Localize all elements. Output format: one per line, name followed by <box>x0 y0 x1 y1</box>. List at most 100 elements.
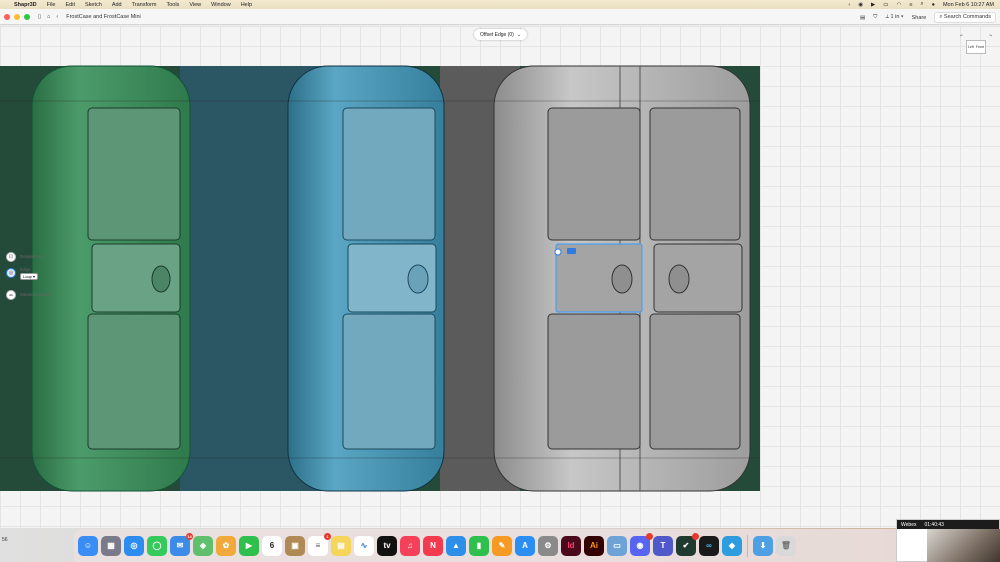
menu-transform[interactable]: Transform <box>132 2 157 8</box>
view-cube[interactable]: ↶ ↷ Left Front <box>960 34 992 56</box>
dock-trash[interactable]: 🗑 <box>776 535 796 556</box>
minimize-window-button[interactable] <box>14 13 20 20</box>
dock-freeform[interactable]: ∿ <box>354 535 374 556</box>
green-case-panels <box>87 107 181 450</box>
dock-preview[interactable]: ▭ <box>607 535 627 556</box>
webex-mini-window[interactable]: Webex 01:40:43 <box>896 519 1000 562</box>
offset-edge-tool[interactable]: Offset Edge (0) ⌄ <box>474 29 528 40</box>
dock-notes-archive[interactable]: ▣ <box>285 535 305 556</box>
news-icon: N <box>430 541 436 550</box>
dock-messages[interactable]: ◯ <box>147 535 167 556</box>
dock: ☺ ▦ ◎ ◯ ✉ 14 ◈ ✿ ▶ 6 ▣ ≡ 1 ▤ ∿ tv ♫ N ▲ ▮ ✎ A ⚙ Id Ai ▭ ◉ T ✔ ∞ ◆ ⬇ 🗑 <box>74 529 924 562</box>
dock-notes[interactable]: ▤ <box>331 535 351 556</box>
dock-webex[interactable]: ∞ <box>699 535 719 556</box>
menubar-clock[interactable]: Mon Feb 6 10:27 AM <box>943 2 994 8</box>
menu-add[interactable]: Add <box>112 2 122 8</box>
dock-downloads[interactable]: ⬇ <box>753 535 773 556</box>
view-cube-front[interactable]: Front <box>976 45 984 49</box>
dock-music[interactable]: ♫ <box>400 535 420 556</box>
measurements-label: Measurements <box>20 292 50 297</box>
shield-icon[interactable]: ⛉ <box>873 14 877 21</box>
dock-facetime[interactable]: ▶ <box>239 535 259 556</box>
search-commands[interactable]: ⌕ Search Commands <box>934 12 996 23</box>
measure-icon[interactable]: ⌓ <box>6 290 16 300</box>
document-title: FrostCase and FrostCase Mini <box>66 13 141 20</box>
rotate-left-icon[interactable]: ↶ <box>960 34 963 38</box>
spotlight-icon[interactable]: ⌕ <box>921 1 924 8</box>
dock-photos[interactable]: ✿ <box>216 535 236 556</box>
dock-news[interactable]: N <box>423 535 443 556</box>
messages-icon: ◯ <box>152 541 162 550</box>
photos-icon: ✿ <box>222 541 230 550</box>
menu-bar: Shapr3D File Edit Sketch Add Transform T… <box>0 0 1000 9</box>
menu-file[interactable]: File <box>47 2 56 8</box>
user-icon[interactable]: ● <box>932 2 935 8</box>
menu-sketch[interactable]: Sketch <box>85 2 102 8</box>
app-menu[interactable]: Shapr3D <box>14 2 37 8</box>
dock-safari[interactable]: ◎ <box>124 535 144 556</box>
dock-shapr3d[interactable]: ✔ <box>676 532 699 556</box>
play-icon[interactable]: ▶ <box>871 2 875 8</box>
dock-tv[interactable]: tv <box>377 535 397 556</box>
screen-record-icon[interactable]: ◉ <box>858 2 863 8</box>
menu-window[interactable]: Window <box>211 2 231 8</box>
dock-app-store[interactable]: A <box>515 535 535 556</box>
dock-launchpad[interactable]: ▦ <box>101 535 121 556</box>
chevron-left-icon[interactable]: ‹ <box>848 2 850 8</box>
menu-help[interactable]: Help <box>241 2 252 8</box>
share-button[interactable]: Share <box>912 15 927 21</box>
dock-indesign[interactable]: Id <box>561 535 581 556</box>
view-cube-left[interactable]: Left <box>968 45 974 49</box>
facetime-icon: ▶ <box>245 541 253 550</box>
dock-teams[interactable]: T <box>653 535 673 556</box>
dock-finder[interactable]: ☺ <box>78 535 98 556</box>
dock-keynote[interactable]: ▲ <box>446 535 466 556</box>
layers-icon[interactable]: ▤ <box>860 15 865 21</box>
dock-mail[interactable]: ✉ 14 <box>170 532 193 556</box>
downloads-icon: ⬇ <box>759 541 767 550</box>
mail-icon: ✉ <box>176 541 184 550</box>
deselect-icon[interactable]: ⊡ <box>6 252 16 262</box>
control-center-icon[interactable]: ≡ <box>909 2 912 8</box>
selection-handle[interactable] <box>554 248 562 256</box>
dock-reminders[interactable]: ≡ 1 <box>308 532 331 556</box>
close-window-button[interactable] <box>4 13 10 20</box>
blue-case-panels <box>342 107 437 450</box>
menu-tools[interactable]: Tools <box>166 2 179 8</box>
discord-icon: ◉ <box>636 541 644 550</box>
dock-pages[interactable]: ✎ <box>492 535 512 556</box>
dock-maps[interactable]: ◈ <box>193 535 213 556</box>
notification-badge <box>692 532 699 540</box>
back-icon[interactable]: ‹ <box>56 14 58 20</box>
dock-numbers[interactable]: ▮ <box>469 535 489 556</box>
view-cube-face[interactable]: Left Front <box>966 40 986 54</box>
gray-case-2-panels <box>649 107 743 450</box>
dock-calendar[interactable]: 6 <box>262 535 282 556</box>
system-settings-icon: ⚙ <box>544 541 552 550</box>
loop-chip[interactable]: Loop ▾ <box>20 273 39 280</box>
viewport-canvas[interactable]: Offset Edge (0) ⌄ ↶ ↷ Left Front ⊡ Desel… <box>0 26 1000 528</box>
dock-shapr3d-alt[interactable]: ◆ <box>722 535 742 556</box>
keynote-icon: ▲ <box>452 541 460 550</box>
units-selector[interactable]: ⟂ 1 in ▾ <box>885 14 903 21</box>
teams-icon: T <box>660 541 666 550</box>
illustrator-icon: Ai <box>590 541 598 550</box>
trash-icon: 🗑 <box>780 541 792 550</box>
reminders-icon: ≡ <box>315 541 321 550</box>
menu-view[interactable]: View <box>189 2 201 8</box>
menu-edit[interactable]: Edit <box>66 2 75 8</box>
offset-value-tag[interactable] <box>567 248 576 254</box>
zoom-window-button[interactable] <box>24 13 30 20</box>
edge-select-icon[interactable]: ◎ <box>6 268 16 278</box>
dock-illustrator[interactable]: Ai <box>584 535 604 556</box>
home-icon[interactable]: ⌂ <box>47 14 50 20</box>
rotate-right-icon[interactable]: ↷ <box>989 34 992 38</box>
window-titlebar: ▯ ⌂ ‹ FrostCase and FrostCase Mini ▤ ⛉ ⟂… <box>0 9 1000 25</box>
freeform-icon: ∿ <box>360 541 368 550</box>
sidebar-toggle-icon[interactable]: ▯ <box>38 14 41 20</box>
dock-system-settings[interactable]: ⚙ <box>538 535 558 556</box>
wifi-icon[interactable]: ◠ <box>896 2 901 8</box>
dock-discord[interactable]: ◉ <box>630 532 653 556</box>
model-view[interactable] <box>0 26 1000 528</box>
battery-icon[interactable]: ▭ <box>883 2 888 8</box>
